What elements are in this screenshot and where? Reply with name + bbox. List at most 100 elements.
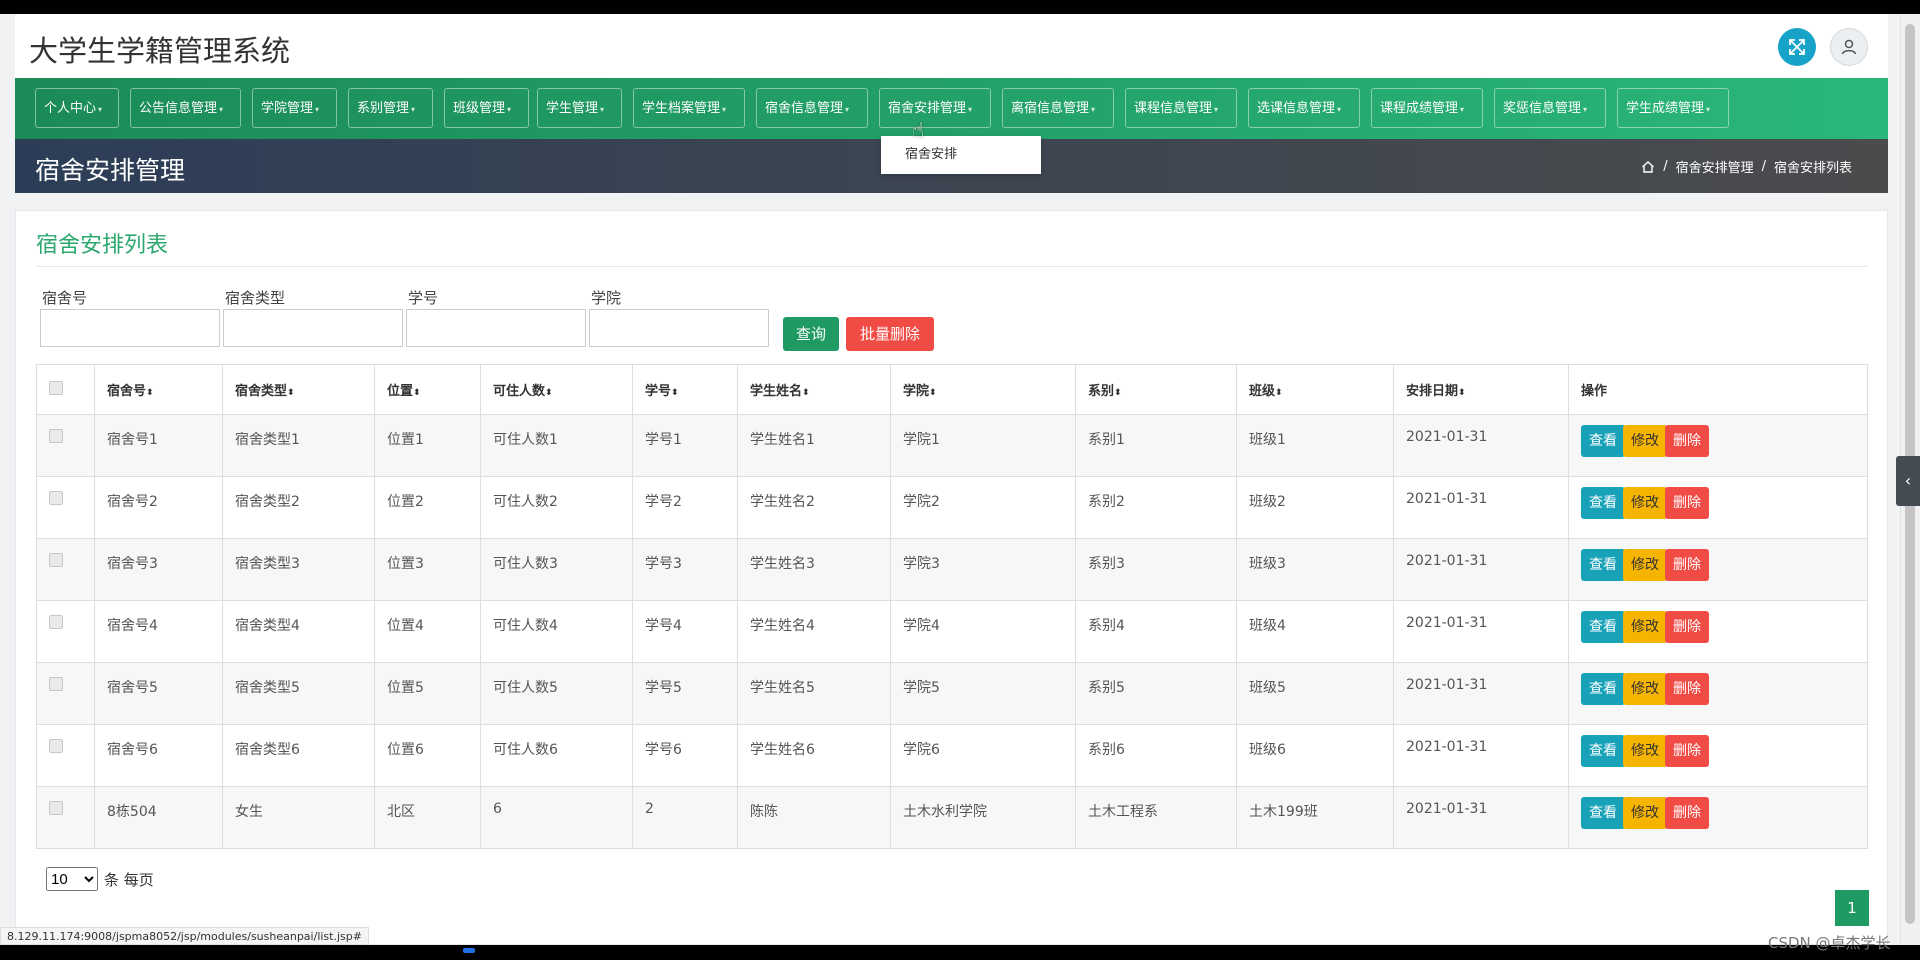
nav-item-rewards[interactable]: 奖惩信息管理 ▾ bbox=[1494, 88, 1606, 128]
nav-item-department[interactable]: 系别管理 ▾ bbox=[348, 88, 433, 128]
table-cell: 2021-01-31 bbox=[1393, 786, 1569, 849]
filter-label: 宿舍类型 bbox=[225, 289, 286, 307]
breadcrumb-separator: / bbox=[1663, 159, 1668, 174]
nav-item-student-archive[interactable]: 学生档案管理 ▾ bbox=[633, 88, 745, 128]
column-label: 学号 bbox=[645, 384, 672, 399]
nav-label: 课程信息管理 bbox=[1134, 101, 1213, 116]
fullscreen-button[interactable] bbox=[1778, 28, 1816, 66]
column-header[interactable]: 班级⬍ bbox=[1236, 364, 1394, 415]
table-cell: 8栋504 bbox=[94, 786, 223, 849]
nav-item-notice[interactable]: 公告信息管理 ▾ bbox=[130, 88, 241, 128]
column-header[interactable]: 学生姓名⬍ bbox=[737, 364, 891, 415]
column-header[interactable]: 安排日期⬍ bbox=[1393, 364, 1569, 415]
chevron-left-icon[interactable]: ‹ bbox=[1896, 456, 1920, 506]
row-checkbox[interactable] bbox=[49, 491, 63, 505]
nav-item-college[interactable]: 学院管理 ▾ bbox=[252, 88, 337, 128]
nav-item-course-selection[interactable]: 选课信息管理 ▾ bbox=[1248, 88, 1360, 128]
row-checkbox[interactable] bbox=[49, 429, 63, 443]
student-id-input[interactable] bbox=[406, 309, 586, 347]
row-checkbox[interactable] bbox=[49, 677, 63, 691]
query-button[interactable]: 查询 bbox=[783, 317, 839, 351]
nav-item-dorm-info[interactable]: 宿舍信息管理 ▾ bbox=[756, 88, 868, 128]
user-avatar-button[interactable] bbox=[1830, 28, 1868, 66]
column-label: 可住人数 bbox=[493, 384, 546, 399]
edit-button[interactable]: 修改 bbox=[1623, 549, 1667, 581]
nav-item-student[interactable]: 学生管理 ▾ bbox=[537, 88, 622, 128]
delete-button[interactable]: 删除 bbox=[1665, 425, 1709, 457]
select-all-checkbox[interactable] bbox=[49, 380, 63, 395]
view-button[interactable]: 查看 bbox=[1581, 425, 1625, 457]
caret-down-icon: ▾ bbox=[219, 105, 224, 114]
batch-delete-button[interactable]: 批量删除 bbox=[846, 317, 934, 351]
nav-item-personal-center[interactable]: 个人中心 ▾ bbox=[35, 88, 119, 128]
delete-button[interactable]: 删除 bbox=[1665, 673, 1709, 705]
breadcrumb-link[interactable]: 宿舍安排管理 bbox=[1676, 157, 1754, 176]
edit-button[interactable]: 修改 bbox=[1623, 797, 1667, 829]
page-size-select[interactable]: 10 bbox=[46, 867, 98, 891]
nav-dropdown-item-dorm-arrangement[interactable]: 宿舍安排 bbox=[881, 136, 1041, 174]
delete-button[interactable]: 删除 bbox=[1665, 611, 1709, 643]
table-cell: 学号1 bbox=[632, 414, 738, 477]
view-button[interactable]: 查看 bbox=[1581, 487, 1625, 519]
row-checkbox[interactable] bbox=[49, 801, 63, 815]
row-checkbox[interactable] bbox=[49, 739, 63, 753]
view-button[interactable]: 查看 bbox=[1581, 549, 1625, 581]
nav-item-course-info[interactable]: 课程信息管理 ▾ bbox=[1125, 88, 1237, 128]
column-label: 学院 bbox=[903, 384, 930, 399]
row-actions-cell: 查看 修改 删除 bbox=[1568, 414, 1868, 477]
delete-button[interactable]: 删除 bbox=[1665, 797, 1709, 829]
caret-down-icon: ▾ bbox=[722, 105, 727, 114]
table-cell: 学号3 bbox=[632, 538, 738, 601]
table-cell: 班级4 bbox=[1236, 600, 1394, 663]
column-header[interactable]: 学院⬍ bbox=[890, 364, 1076, 415]
table-cell: 可住人数6 bbox=[480, 724, 633, 787]
delete-button[interactable]: 删除 bbox=[1665, 549, 1709, 581]
dorm-type-input[interactable] bbox=[223, 309, 403, 347]
nav-item-student-grades[interactable]: 学生成绩管理 ▾ bbox=[1617, 88, 1729, 128]
table-cell: 系别4 bbox=[1075, 600, 1237, 663]
college-input[interactable] bbox=[589, 309, 769, 347]
edit-button[interactable]: 修改 bbox=[1623, 425, 1667, 457]
edit-button[interactable]: 修改 bbox=[1623, 487, 1667, 519]
column-header[interactable]: 系别⬍ bbox=[1075, 364, 1237, 415]
nav-item-dorm-arrangement[interactable]: 宿舍安排管理 ▾ bbox=[879, 88, 991, 128]
column-header[interactable]: 宿舍类型⬍ bbox=[222, 364, 375, 415]
view-button[interactable]: 查看 bbox=[1581, 611, 1625, 643]
pagination-page-1[interactable]: 1 bbox=[1835, 890, 1869, 926]
app-header: 大学生学籍管理系统 bbox=[15, 14, 1888, 78]
title-divider bbox=[36, 266, 1868, 267]
sort-icon: ⬍ bbox=[929, 388, 937, 398]
edit-button[interactable]: 修改 bbox=[1623, 735, 1667, 767]
table-cell: 宿舍号2 bbox=[94, 476, 223, 539]
edit-button[interactable]: 修改 bbox=[1623, 611, 1667, 643]
sort-icon: ⬍ bbox=[671, 388, 679, 398]
delete-button[interactable]: 删除 bbox=[1665, 487, 1709, 519]
breadcrumb-current: 宿舍安排列表 bbox=[1773, 161, 1852, 176]
nav-item-leave-dorm[interactable]: 离宿信息管理 ▾ bbox=[1002, 88, 1114, 128]
table-cell: 2021-01-31 bbox=[1393, 662, 1569, 725]
taskbar-indicator bbox=[463, 948, 475, 953]
row-select-cell bbox=[36, 724, 95, 787]
column-header[interactable]: 可住人数⬍ bbox=[480, 364, 633, 415]
column-label: 安排日期 bbox=[1406, 384, 1459, 399]
row-checkbox[interactable] bbox=[49, 615, 63, 629]
edit-button[interactable]: 修改 bbox=[1623, 673, 1667, 705]
delete-button[interactable]: 删除 bbox=[1665, 735, 1709, 767]
column-header[interactable]: 位置⬍ bbox=[374, 364, 481, 415]
table-cell: 学生姓名3 bbox=[737, 538, 891, 601]
row-checkbox[interactable] bbox=[49, 553, 63, 567]
row-actions-cell: 查看 修改 删除 bbox=[1568, 662, 1868, 725]
view-button[interactable]: 查看 bbox=[1581, 673, 1625, 705]
nav-item-class[interactable]: 班级管理 ▾ bbox=[444, 88, 529, 128]
view-button[interactable]: 查看 bbox=[1581, 797, 1625, 829]
home-icon[interactable] bbox=[1641, 160, 1655, 174]
view-button[interactable]: 查看 bbox=[1581, 735, 1625, 767]
filter-label: 宿舍号 bbox=[42, 289, 88, 307]
dorm-number-input[interactable] bbox=[40, 309, 220, 347]
sort-icon: ⬍ bbox=[545, 388, 553, 398]
filter-dorm-type: 宿舍类型 bbox=[215, 287, 403, 347]
caret-down-icon: ▾ bbox=[1706, 105, 1711, 114]
nav-item-course-grades[interactable]: 课程成绩管理 ▾ bbox=[1371, 88, 1483, 128]
column-header[interactable]: 学号⬍ bbox=[632, 364, 738, 415]
column-header[interactable]: 宿舍号⬍ bbox=[94, 364, 223, 415]
